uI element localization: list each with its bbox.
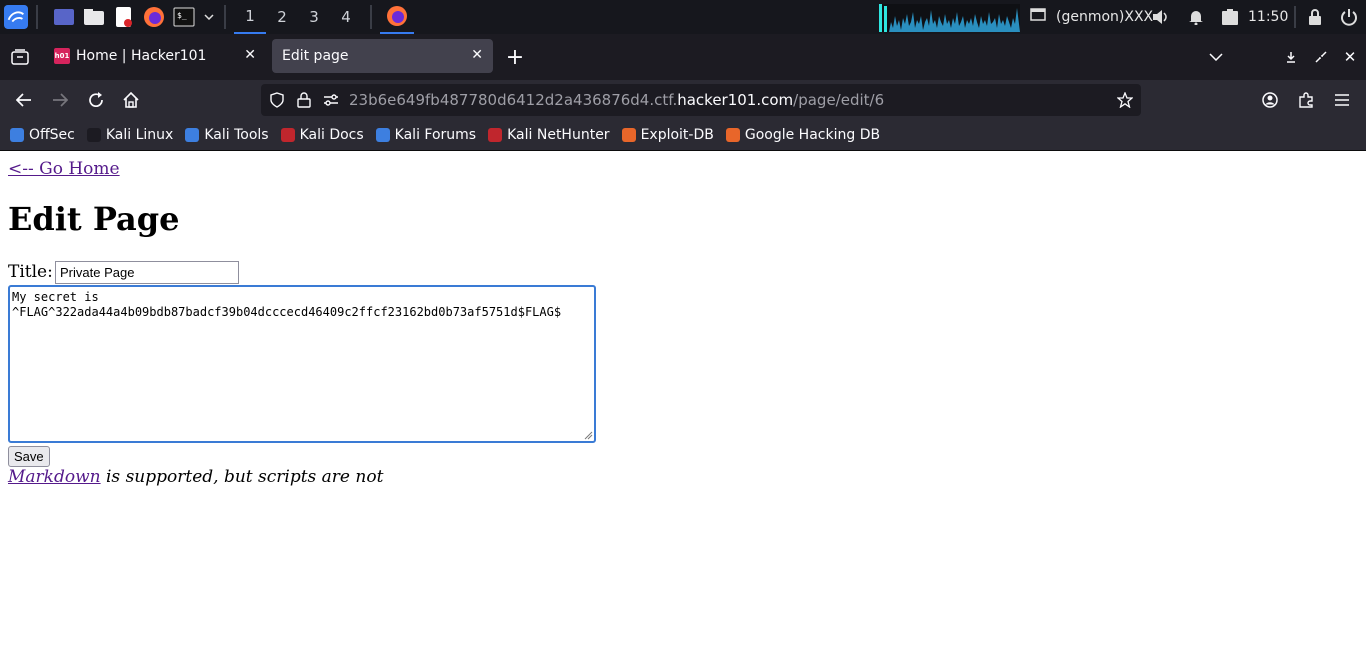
markdown-note-text: is supported, but scripts are not xyxy=(100,467,384,487)
bookmarks-toolbar: OffSec Kali Linux Kali Tools Kali Docs Kali … xyxy=(0,120,1366,151)
workspace-2[interactable]: 2 xyxy=(266,0,298,34)
save-button[interactable]: Save xyxy=(8,446,50,467)
workspace-1[interactable]: 1 xyxy=(234,0,266,34)
list-all-tabs-icon[interactable] xyxy=(1204,45,1228,69)
tab-label: Edit page xyxy=(282,48,349,64)
text-editor-icon[interactable] xyxy=(112,5,136,29)
panel-separator xyxy=(1294,0,1296,34)
page-title: Edit Page xyxy=(8,200,180,238)
bookmark-favicon-icon xyxy=(621,128,636,142)
title-label: Title: xyxy=(8,262,53,282)
firefox-launcher-icon[interactable] xyxy=(142,5,166,29)
web-page: <-- Go Home Edit Page Title: My secret i… xyxy=(0,152,1366,662)
bookmark-label: Kali Forums xyxy=(394,127,477,143)
panel-separator xyxy=(36,5,38,29)
close-window-icon[interactable]: ✕ xyxy=(1338,45,1362,69)
svg-text:$_: $_ xyxy=(177,11,187,20)
bookmark-label: OffSec xyxy=(29,127,75,143)
bookmark-kali-docs[interactable]: Kali Docs xyxy=(280,127,364,143)
desktop-panel: $_ 1 2 3 4 (genmon)XXX 11:50 xyxy=(0,0,1366,34)
hacker101-favicon: h01 xyxy=(54,48,70,64)
bookmark-label: Exploit-DB xyxy=(640,127,714,143)
window-icon[interactable] xyxy=(1030,8,1046,26)
bookmark-favicon-icon xyxy=(375,128,390,142)
markdown-link[interactable]: Markdown xyxy=(8,467,101,487)
bookmark-kali-nethunter[interactable]: Kali NetHunter xyxy=(488,127,610,143)
tab-edit-page[interactable]: Edit page ✕ xyxy=(272,39,493,73)
workspace-3[interactable]: 3 xyxy=(298,0,330,34)
clock[interactable]: 11:50 xyxy=(1248,0,1288,34)
url-bar[interactable]: 23b6e649fb487780d6412d2a436876d4.ctf.hac… xyxy=(261,84,1141,116)
tab-label: Home | Hacker101 xyxy=(76,48,207,64)
tab-home-hacker101[interactable]: h01 Home | Hacker101 ✕ xyxy=(44,39,266,73)
bookmark-label: Kali NetHunter xyxy=(507,127,610,143)
lock-screen-icon[interactable] xyxy=(1307,0,1323,34)
back-icon[interactable] xyxy=(12,88,36,112)
file-manager-icon[interactable] xyxy=(82,5,106,29)
panel-separator xyxy=(370,5,372,29)
navigation-bar: 23b6e649fb487780d6412d2a436876d4.ctf.hac… xyxy=(0,80,1366,120)
forward-icon[interactable] xyxy=(48,88,72,112)
bookmark-favicon-icon xyxy=(488,128,503,142)
kali-menu-icon[interactable] xyxy=(4,5,28,29)
power-icon[interactable] xyxy=(1340,0,1358,34)
tracking-protection-icon[interactable] xyxy=(269,92,285,108)
close-tab-icon[interactable]: ✕ xyxy=(471,47,483,63)
panel-separator xyxy=(224,5,226,29)
close-tab-icon[interactable]: ✕ xyxy=(244,47,256,63)
url-host: hacker101.com xyxy=(677,91,794,109)
bookmark-google-hacking-db[interactable]: Google Hacking DB xyxy=(725,127,881,143)
notifications-icon[interactable] xyxy=(1188,0,1204,34)
bookmark-label: Google Hacking DB xyxy=(744,127,881,143)
bookmark-kali-forums[interactable]: Kali Forums xyxy=(375,127,477,143)
genmon-text: (genmon)XXX xyxy=(1056,9,1154,25)
title-input[interactable] xyxy=(55,261,239,284)
home-icon[interactable] xyxy=(119,88,143,112)
firefox-view-icon[interactable] xyxy=(8,45,32,69)
bookmark-favicon-icon xyxy=(185,128,200,142)
lock-icon[interactable] xyxy=(297,92,311,108)
volume-icon[interactable] xyxy=(1152,0,1170,34)
tray: (genmon)XXX xyxy=(1030,0,1153,34)
reload-icon[interactable] xyxy=(84,88,108,112)
bookmark-kali-linux[interactable]: Kali Linux xyxy=(86,127,174,143)
resize-grip-icon[interactable] xyxy=(584,431,593,440)
url-subdomain: 23b6e649fb487780d6412d2a436876d4.ctf. xyxy=(349,91,678,109)
bookmark-offsec[interactable]: OffSec xyxy=(10,127,75,143)
bookmark-favicon-icon xyxy=(725,128,740,142)
bookmark-favicon-icon xyxy=(280,128,295,142)
go-home-link[interactable]: <-- Go Home xyxy=(8,159,120,179)
permissions-icon[interactable] xyxy=(323,93,339,107)
url-path: /page/edit/6 xyxy=(793,91,885,109)
markdown-note: Markdown is supported, but scripts are n… xyxy=(8,467,383,487)
bookmark-label: Kali Docs xyxy=(299,127,364,143)
workspace-4[interactable]: 4 xyxy=(330,0,362,34)
restore-icon[interactable] xyxy=(1309,45,1333,69)
new-tab-icon[interactable]: + xyxy=(503,45,527,70)
minimize-icon[interactable] xyxy=(1279,45,1303,69)
bookmark-favicon-icon xyxy=(86,128,101,142)
bookmark-favicon-icon xyxy=(10,128,24,142)
bookmark-label: Kali Tools xyxy=(204,127,269,143)
terminal-launcher-icon[interactable]: $_ xyxy=(172,5,196,29)
tab-strip: h01 Home | Hacker101 ✕ Edit page ✕ + ✕ xyxy=(0,34,1366,80)
taskbar-firefox-window[interactable] xyxy=(380,0,414,34)
url-text[interactable]: 23b6e649fb487780d6412d2a436876d4.ctf.hac… xyxy=(349,91,884,109)
menu-icon[interactable] xyxy=(1330,88,1354,112)
chevron-down-icon[interactable] xyxy=(202,5,216,29)
cpu-graph xyxy=(879,4,1020,32)
show-desktop-icon[interactable] xyxy=(52,5,76,29)
bookmark-exploit-db[interactable]: Exploit-DB xyxy=(621,127,714,143)
battery-icon xyxy=(1221,0,1239,34)
bookmark-star-icon[interactable] xyxy=(1117,92,1133,108)
page-body-textarea[interactable]: My secret is ^FLAG^322ada44a4b09bdb87bad… xyxy=(8,285,596,443)
bookmark-kali-tools[interactable]: Kali Tools xyxy=(185,127,269,143)
bookmark-label: Kali Linux xyxy=(105,127,174,143)
extensions-icon[interactable] xyxy=(1294,88,1318,112)
account-icon[interactable] xyxy=(1258,88,1282,112)
